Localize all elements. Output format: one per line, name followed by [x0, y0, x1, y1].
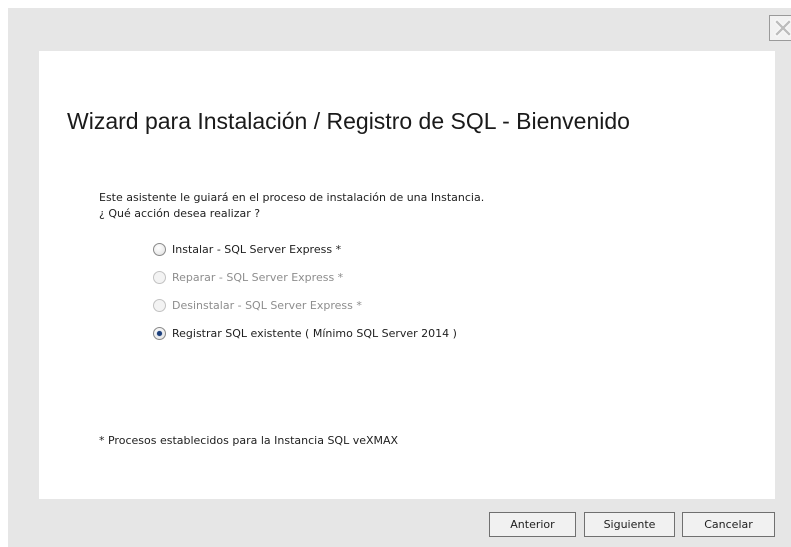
back-button[interactable]: Anterior: [489, 512, 576, 537]
option-repair-label: Reparar - SQL Server Express *: [172, 270, 344, 284]
radio-register-existing[interactable]: [153, 326, 166, 340]
radio-repair: [153, 270, 166, 284]
radio-install[interactable]: [153, 242, 166, 256]
option-uninstall-label: Desinstalar - SQL Server Express *: [172, 298, 362, 312]
intro-line-description: Este asistente le guiará en el proceso d…: [99, 191, 485, 204]
wizard-content-panel: Wizard para Instalación / Registro de SQ…: [39, 51, 775, 499]
option-install[interactable]: Instalar - SQL Server Express *: [153, 240, 457, 258]
radio-uninstall: [153, 298, 166, 312]
option-register-existing-label: Registrar SQL existente ( Mínimo SQL Ser…: [172, 326, 457, 340]
wizard-window: Wizard para Instalación / Registro de SQ…: [8, 8, 791, 547]
option-repair: Reparar - SQL Server Express *: [153, 268, 457, 286]
page-title: Wizard para Instalación / Registro de SQ…: [67, 108, 630, 134]
close-button[interactable]: [769, 15, 791, 41]
intro-text: Este asistente le guiará en el proceso d…: [99, 190, 484, 222]
action-options-group: Instalar - SQL Server Express * Reparar …: [153, 240, 457, 352]
option-install-label: Instalar - SQL Server Express *: [172, 242, 342, 256]
option-register-existing[interactable]: Registrar SQL existente ( Mínimo SQL Ser…: [153, 324, 457, 342]
option-uninstall: Desinstalar - SQL Server Express *: [153, 296, 457, 314]
close-icon: [774, 19, 791, 37]
cancel-button[interactable]: Cancelar: [682, 512, 775, 537]
footnote: * Procesos establecidos para la Instanci…: [99, 434, 399, 447]
intro-line-question: ¿ Qué acción desea realizar ?: [99, 207, 261, 220]
next-button[interactable]: Siguiente: [584, 512, 675, 537]
